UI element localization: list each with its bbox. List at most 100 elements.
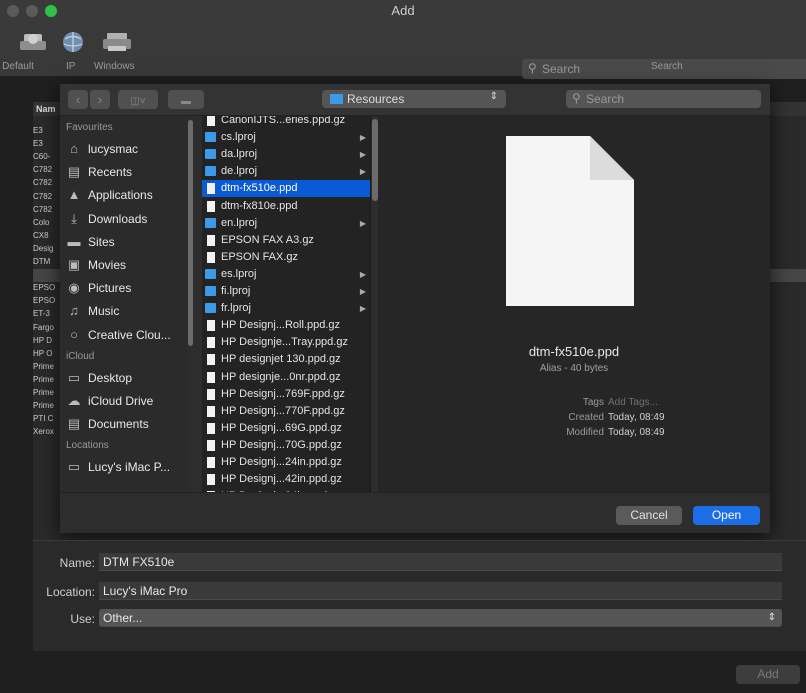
list-item[interactable]: HP Designj...769F.ppd.gz [202,386,370,403]
file-icon [207,251,215,263]
table-row[interactable]: C60- [33,150,63,163]
list-item[interactable]: fi.lproj ▶ [202,283,370,300]
file-name: es.lproj [221,267,257,280]
table-row[interactable]: HP D [33,334,63,347]
list-item[interactable]: dtm-fx510e.ppd [202,180,370,198]
table-row[interactable]: Prime [33,386,63,399]
toolbar: Default IP Windows ⚲ Search Search [0,22,806,79]
new-folder-button[interactable]: ▬ [168,90,204,109]
table-row[interactable]: Desig [33,242,63,255]
name-field[interactable]: DTM FX510e [99,553,782,571]
list-item[interactable]: es.lproj ▶ [202,266,370,283]
sidebar-item-pictures[interactable]: ◉ Pictures [66,277,188,299]
tab-ip[interactable]: IP [66,61,75,72]
add-button[interactable]: Add [736,665,800,684]
table-row[interactable]: Prime [33,373,63,386]
tags-field[interactable]: Add Tags... [608,397,658,408]
list-item[interactable]: fr.lproj ▶ [202,300,370,317]
windows-printer-icon[interactable] [102,30,132,54]
folder-icon [205,286,216,296]
table-row[interactable]: C782 [33,176,63,189]
table-row[interactable]: Fargo [33,321,63,334]
list-item[interactable]: de.lproj ▶ [202,163,370,180]
table-row[interactable]: Prime [33,399,63,412]
file-name: HP Designj...69G.ppd.gz [221,421,342,434]
sidebar-item-icloud-drive[interactable]: ☁ iCloud Drive [66,390,188,412]
sidebar-item-music[interactable]: ♫ Music [66,300,188,322]
table-row[interactable]: Colo [33,216,63,229]
table-row[interactable]: DTM [33,255,63,268]
list-item[interactable]: HP Designj...24in.ppd.gz [202,454,370,471]
sidebar-item-documents[interactable]: ▤ Documents [66,413,188,435]
sidebar-item-recents[interactable]: ▤ Recents [66,161,188,183]
table-row[interactable]: HP O [33,347,63,360]
default-printer-icon[interactable] [18,30,48,54]
back-button[interactable]: ‹ [68,90,88,109]
table-row[interactable]: EPSO [33,294,63,307]
list-item[interactable]: EPSON FAX A3.gz [202,232,370,249]
tab-default[interactable]: Default [0,61,36,72]
list-item[interactable]: CanonIJTS...eries.ppd.gz [202,116,370,129]
sidebar-item-label: Sites [88,234,115,249]
list-item[interactable]: cs.lproj ▶ [202,129,370,146]
list-item[interactable]: HP designje...0nr.ppd.gz [202,369,370,386]
chevron-updown-icon: ⇕ [489,91,498,102]
sheet-search-field[interactable]: ⚲ Search [566,90,761,108]
table-row[interactable]: E3 [33,124,63,137]
modified-value: Today, 08:49 [608,427,665,438]
sidebar-item-lucysmac[interactable]: ⌂ lucysmac [66,138,188,160]
list-item[interactable]: HP Designj...70G.ppd.gz [202,437,370,454]
list-item[interactable]: en.lproj ▶ [202,215,370,232]
table-row[interactable]: CX8 [33,229,63,242]
list-item[interactable]: HP Designje...Tray.ppd.gz [202,334,370,351]
disclosure-arrow-icon: ▶ [359,304,366,314]
location-field[interactable]: Lucy's iMac Pro [99,582,782,600]
folder-icon [205,268,216,279]
table-row[interactable]: C782 [33,203,63,216]
disclosure-arrow-icon: ▶ [359,150,366,160]
table-row[interactable]: EPSO [33,281,63,294]
table-row[interactable]: C782 [33,163,63,176]
globe-icon[interactable] [60,30,90,54]
sidebar-item-movies[interactable]: ▣ Movies [66,254,188,276]
file-name: da.lproj [221,148,258,161]
sidebar-item-desktop[interactable]: ▭ Desktop [66,367,188,389]
sidebar-item-creative-clou[interactable]: ○ Creative Clou... [66,324,188,346]
list-item[interactable]: HP Designj...Roll.ppd.gz [202,317,370,334]
sidebar-item-lucy-s-imac-p[interactable]: ▭ Lucy's iMac P... [66,456,188,478]
sidebar-item-downloads[interactable]: ⤓ Downloads [66,208,188,230]
use-label: Use: [70,612,95,626]
forward-button[interactable]: › [90,90,110,109]
table-row[interactable]: E3 [33,137,63,150]
list-item[interactable]: EPSON FAX.gz [202,249,370,266]
sidebar-scrollbar[interactable] [188,120,193,346]
file-icon [207,337,215,349]
table-row[interactable]: PTI C [33,412,63,425]
path-popup[interactable]: Resources ⇕ [322,90,506,108]
open-button[interactable]: Open [693,506,760,525]
list-item[interactable]: HP designjet 130.ppd.gz [202,351,370,368]
table-row[interactable]: Prime [33,360,63,373]
applications-icon: ▲ [67,187,81,203]
sidebar-item-applications[interactable]: ▲ Applications [66,184,188,206]
name-label: Name: [59,556,95,570]
tab-windows[interactable]: Windows [94,61,135,72]
table-row[interactable]: Xerox [33,425,63,438]
file-name: de.lproj [221,165,258,178]
sidebar-item-sites[interactable]: ▬ Sites [66,231,188,253]
list-item[interactable]: HP Designj...42in.ppd.gz [202,471,370,488]
file-name: dtm-fx510e.ppd [221,182,298,195]
file-icon [207,354,215,366]
cancel-button[interactable]: Cancel [616,506,682,525]
sidebar-item-label: Lucy's iMac P... [88,460,171,475]
table-row[interactable]: ET-3 [33,307,63,320]
view-mode-button[interactable]: ◫˅ [118,90,158,109]
file-column[interactable]: CanonIJTS...eries.ppd.gz cs.lproj ▶ da.lpro… [202,116,371,492]
use-popup[interactable]: Other... ⇕ [99,609,782,627]
table-row[interactable]: C782 [33,190,63,203]
list-item[interactable]: dtm-fx810e.ppd [202,198,370,215]
list-item[interactable]: da.lproj ▶ [202,146,370,163]
list-item[interactable]: HP Designj...770F.ppd.gz [202,403,370,420]
list-item[interactable]: HP Designj...69G.ppd.gz [202,420,370,437]
folder-icon [205,166,216,177]
